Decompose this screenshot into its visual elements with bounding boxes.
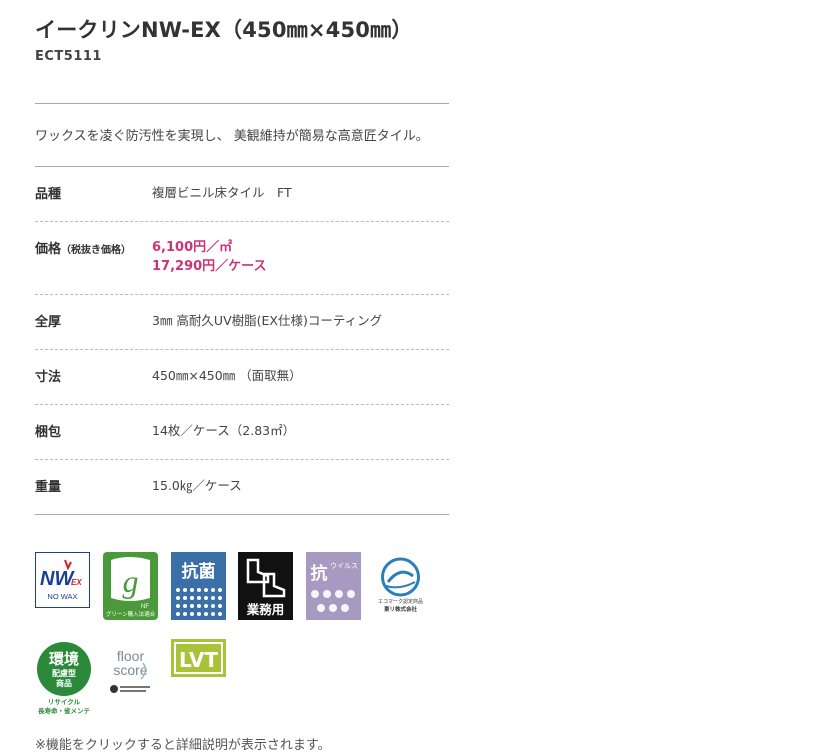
spec-value: 15.0㎏／ケース [152, 478, 242, 493]
green-caption: グリーン購入法適合 [106, 610, 156, 618]
antivirus-text: 抗 [311, 563, 328, 584]
floorscore-icon: floor score [110, 648, 150, 693]
green-small-text: NF [141, 604, 149, 610]
badge-nowax[interactable]: NW EX NO WAX [35, 552, 90, 620]
spec-value: 3㎜ 高耐久UV樹脂(EX仕様)コーティング [152, 313, 383, 328]
ecomark-caption-2: 東リ株式会社 [384, 605, 418, 613]
env-caption-2: 長寿命・省メンテ [38, 706, 91, 715]
divider [35, 294, 449, 295]
lvt-text: LVT [179, 648, 218, 672]
antivirus-sub: ウイルス [330, 562, 358, 570]
env-line-1: 環境 [49, 650, 79, 668]
price-label-sub: （税抜き価格） [61, 245, 132, 256]
env-caption-1: リサイクル [48, 697, 81, 706]
floorscore-line-2: score [113, 662, 147, 678]
spec-value: 450㎜×450㎜ （面取無） [152, 368, 302, 383]
divider [35, 221, 449, 222]
nowax-ex-icon: NW EX NO WAX [35, 552, 90, 608]
ecomark-caption-1: エコマーク認定商品 [378, 598, 423, 605]
business-shoes-icon: 業務用 [238, 552, 293, 620]
spec-label: 重量 [35, 480, 62, 495]
product-description: ワックスを凌ぐ防汚性を実現し、 美観維持が簡易な高意匠タイル。 [35, 129, 429, 144]
price-label: 価格 [35, 242, 62, 257]
badge-ecomark[interactable]: エコマーク認定商品 東リ株式会社 [373, 552, 428, 620]
spec-label: 価格（税抜き価格） [35, 238, 131, 257]
badge-antibacterial[interactable]: 抗菌 [171, 552, 226, 620]
badge-green-purchase[interactable]: g NF グリーン購入法適合 [103, 552, 158, 620]
lvt-icon: LVT [171, 639, 226, 677]
business-text: 業務用 [246, 602, 285, 617]
badge-business[interactable]: 業務用 [238, 552, 293, 620]
antivirus-icon: 抗 ウイルス [306, 552, 361, 620]
nowax-caption: NO WAX [47, 592, 77, 601]
divider [35, 459, 449, 460]
divider [35, 404, 449, 405]
divider [35, 349, 449, 350]
divider [35, 514, 449, 515]
spec-label: 全厚 [35, 315, 62, 330]
environment-icon: 環境 配慮型 商品 リサイクル 長寿命・省メンテ [37, 642, 91, 715]
antibacterial-icon: 抗菌 [171, 552, 226, 620]
spec-value: 複層ビニル床タイル FT [152, 185, 292, 200]
nowax-ex-text: EX [71, 578, 82, 587]
green-letter: g [123, 563, 139, 599]
badge-floorscore[interactable]: floor score [103, 641, 158, 699]
badge-lvt[interactable]: LVT [171, 639, 226, 677]
antibac-text: 抗菌 [182, 561, 216, 582]
spec-label: 寸法 [35, 370, 62, 385]
spec-label: 梱包 [35, 425, 62, 440]
price-per-case: 17,290円／ケース [152, 259, 267, 274]
ecomark-icon: エコマーク認定商品 東リ株式会社 [378, 557, 423, 613]
product-code: ECT5111 [35, 49, 102, 64]
price-per-sqm: 6,100円／㎡ [152, 240, 233, 255]
click-note: ※機能をクリックすると詳細説明が表示されます。 [35, 738, 331, 753]
green-purchase-icon: g NF グリーン購入法適合 [103, 552, 158, 620]
spec-label: 品種 [35, 187, 62, 202]
spec-value: 14枚／ケース（2.83㎡） [152, 423, 296, 438]
badge-environment[interactable]: 環境 配慮型 商品 リサイクル 長寿命・省メンテ [35, 641, 93, 717]
divider [35, 103, 449, 104]
env-line-3: 商品 [56, 678, 72, 688]
divider [35, 166, 449, 167]
badge-antivirus[interactable]: 抗 ウイルス [306, 552, 361, 620]
product-title: イークリンNW-EX（450㎜×450㎜） [35, 18, 413, 42]
env-line-2: 配慮型 [52, 668, 76, 678]
